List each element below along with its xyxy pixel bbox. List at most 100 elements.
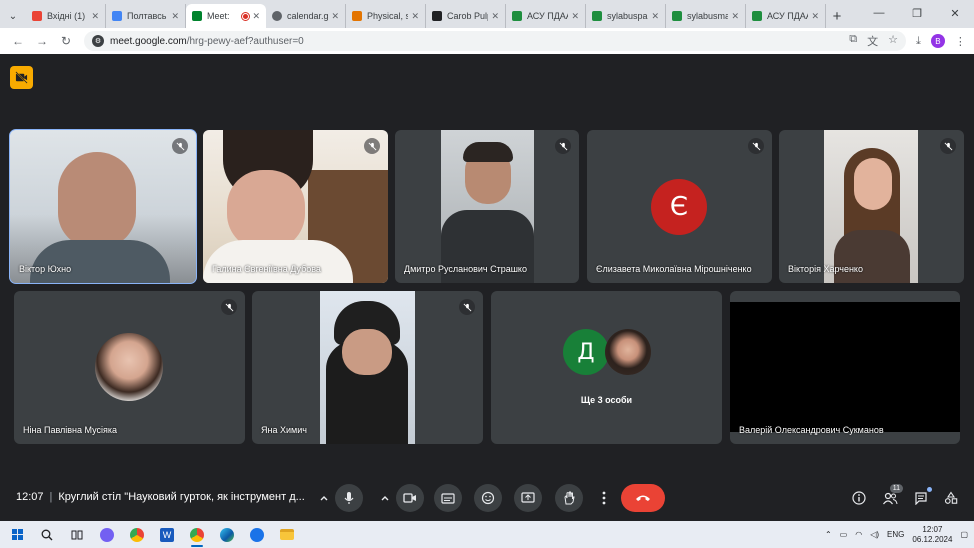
maximize-icon[interactable]: ❐ (898, 0, 936, 26)
chrome-profile-icon[interactable] (182, 521, 212, 548)
more-participants-label: Ще 3 особи (580, 395, 633, 405)
participant-tile[interactable]: Вікторія Харченко (779, 130, 964, 283)
site-favicon-icon (352, 11, 362, 21)
browser-tab[interactable]: calendar.g ✕ (266, 4, 346, 28)
participant-name: Валерій Олександрович Сукманов (739, 425, 884, 435)
chat-icon (915, 492, 927, 505)
muted-mic-icon (748, 138, 764, 154)
site-favicon-icon (512, 11, 522, 21)
close-icon[interactable]: ✕ (331, 11, 339, 22)
participant-name: Дмитро Русланович Страшко (404, 264, 527, 274)
close-icon[interactable]: ✕ (91, 11, 99, 22)
participant-tile[interactable]: Яна Химич (252, 291, 483, 444)
browser-tab-strip: ⌄ Вхідні (1) ✕ Полтавсь ✕ Meet: ✕ calend… (0, 0, 974, 28)
microphone-button[interactable] (335, 484, 363, 512)
captions-button[interactable] (434, 484, 462, 512)
show-hidden-icons-icon[interactable]: ⌃ (825, 530, 832, 539)
volume-icon[interactable]: ◁) (870, 530, 879, 539)
video-options-button[interactable] (374, 487, 396, 509)
open-in-window-icon[interactable]: ⧉ (849, 33, 857, 49)
close-icon[interactable]: ✕ (171, 11, 179, 22)
url-path: /hrg-pewy-aef?authuser=0 (186, 35, 304, 47)
notifications-icon[interactable]: ▢ (960, 530, 968, 539)
input-language[interactable]: ENG (887, 530, 904, 539)
site-info-icon[interactable]: ⚙ (92, 35, 104, 47)
participant-video (441, 130, 534, 283)
browser-tab[interactable]: Carob Pulp ✕ (426, 4, 506, 28)
close-icon[interactable]: ✕ (491, 11, 499, 22)
reload-icon[interactable]: ↻ (54, 30, 78, 52)
activities-button[interactable] (941, 488, 961, 508)
participant-video (824, 130, 918, 283)
present-icon (521, 492, 535, 503)
leave-call-button[interactable] (621, 484, 665, 512)
participant-tile[interactable]: Є Єлизавета Миколаївна Мірошніченко (587, 130, 772, 283)
meet-control-bar: 12:07 | Круглий стіл "Науковий гурток, як … (0, 478, 974, 518)
participant-tile[interactable]: Дмитро Русланович Страшко (395, 130, 579, 283)
search-icon[interactable] (32, 521, 62, 548)
translate-icon[interactable]: 文 (867, 33, 878, 49)
browser-tab[interactable]: sylabusma ✕ (666, 4, 746, 28)
tab-search-button[interactable]: ⌄ (0, 4, 26, 28)
browser-menu-icon[interactable]: ⋮ (955, 35, 966, 48)
browser-tab[interactable]: Полтавсь ✕ (106, 4, 186, 28)
bookmark-star-icon[interactable]: ☆ (888, 33, 898, 49)
reactions-button[interactable] (474, 484, 502, 512)
participant-name: Галина Євгеніївна Дубова (212, 264, 321, 274)
word-icon[interactable]: W (152, 521, 182, 548)
participant-tile[interactable]: Галина Євгеніївна Дубова (203, 130, 388, 283)
back-icon[interactable]: ← (6, 30, 30, 52)
close-icon[interactable]: ✕ (252, 11, 260, 22)
more-participants-tile[interactable]: Д Ще 3 особи (491, 291, 722, 444)
participant-name: Яна Химич (261, 425, 307, 435)
muted-mic-icon (221, 299, 237, 315)
profile-avatar[interactable]: B (930, 34, 945, 48)
battery-icon[interactable]: ▭ (840, 530, 848, 539)
browser-toolbar: ← → ↻ ⚙ meet.google.com/hrg-pewy-aef?aut… (0, 28, 974, 54)
address-bar[interactable]: ⚙ meet.google.com/hrg-pewy-aef?authuser=… (84, 31, 906, 51)
app-icon[interactable] (242, 521, 272, 548)
end-call-icon (636, 495, 650, 501)
close-icon[interactable]: ✕ (731, 11, 739, 22)
close-window-icon[interactable]: ✕ (936, 0, 974, 26)
raise-hand-button[interactable] (555, 484, 583, 512)
minimize-icon[interactable]: — (860, 0, 898, 26)
wifi-icon[interactable]: ◠ (855, 530, 862, 539)
participant-tile[interactable]: Віктор Юхно (9, 129, 197, 284)
forward-icon[interactable]: → (30, 30, 54, 52)
participant-name: Віктор Юхно (19, 264, 72, 274)
viber-icon[interactable] (92, 521, 122, 548)
meeting-details-button[interactable] (849, 488, 869, 508)
browser-tab[interactable]: АСУ ПДАА ✕ (506, 4, 586, 28)
close-icon[interactable]: ✕ (651, 11, 659, 22)
camera-off-indicator-icon[interactable] (10, 66, 33, 89)
present-screen-button[interactable] (514, 484, 542, 512)
participant-tile[interactable]: Ніна Павлівна Мусіяка (14, 291, 245, 444)
browser-tab[interactable]: sylabuspa ✕ (586, 4, 666, 28)
close-icon[interactable]: ✕ (571, 11, 579, 22)
download-icon[interactable]: ⤓ (916, 35, 921, 48)
info-icon (852, 491, 866, 505)
camera-button[interactable] (396, 484, 424, 512)
windows-start-icon[interactable] (2, 521, 32, 548)
browser-tab[interactable]: Вхідні (1) ✕ (26, 4, 106, 28)
close-icon[interactable]: ✕ (811, 11, 819, 22)
taskbar-clock[interactable]: 12:07 06.12.2024 (912, 525, 952, 545)
browser-tab[interactable]: АСУ ПДАА ✕ (746, 4, 826, 28)
chat-button[interactable] (911, 487, 932, 508)
file-explorer-icon[interactable] (272, 521, 302, 548)
windows-taskbar: W ⌃ ▭ ◠ ◁) ENG 12:07 06.12.2024 ▢ (0, 521, 974, 548)
people-count-badge: 11 (889, 484, 903, 493)
new-tab-button[interactable]: + (826, 4, 848, 28)
task-view-icon[interactable] (62, 521, 92, 548)
browser-tab[interactable]: Physical, s ✕ (346, 4, 426, 28)
meeting-info: 12:07 | Круглий стіл "Науковий гурток, як … (16, 491, 305, 503)
edge-icon[interactable] (212, 521, 242, 548)
more-options-button[interactable] (593, 487, 615, 509)
audio-options-button[interactable] (313, 487, 335, 509)
people-button[interactable]: 11 (880, 484, 903, 508)
browser-tab-active[interactable]: Meet: ✕ (186, 4, 266, 28)
close-icon[interactable]: ✕ (411, 11, 419, 22)
chrome-icon[interactable] (122, 521, 152, 548)
participant-tile[interactable]: Валерій Олександрович Сукманов (730, 291, 960, 444)
